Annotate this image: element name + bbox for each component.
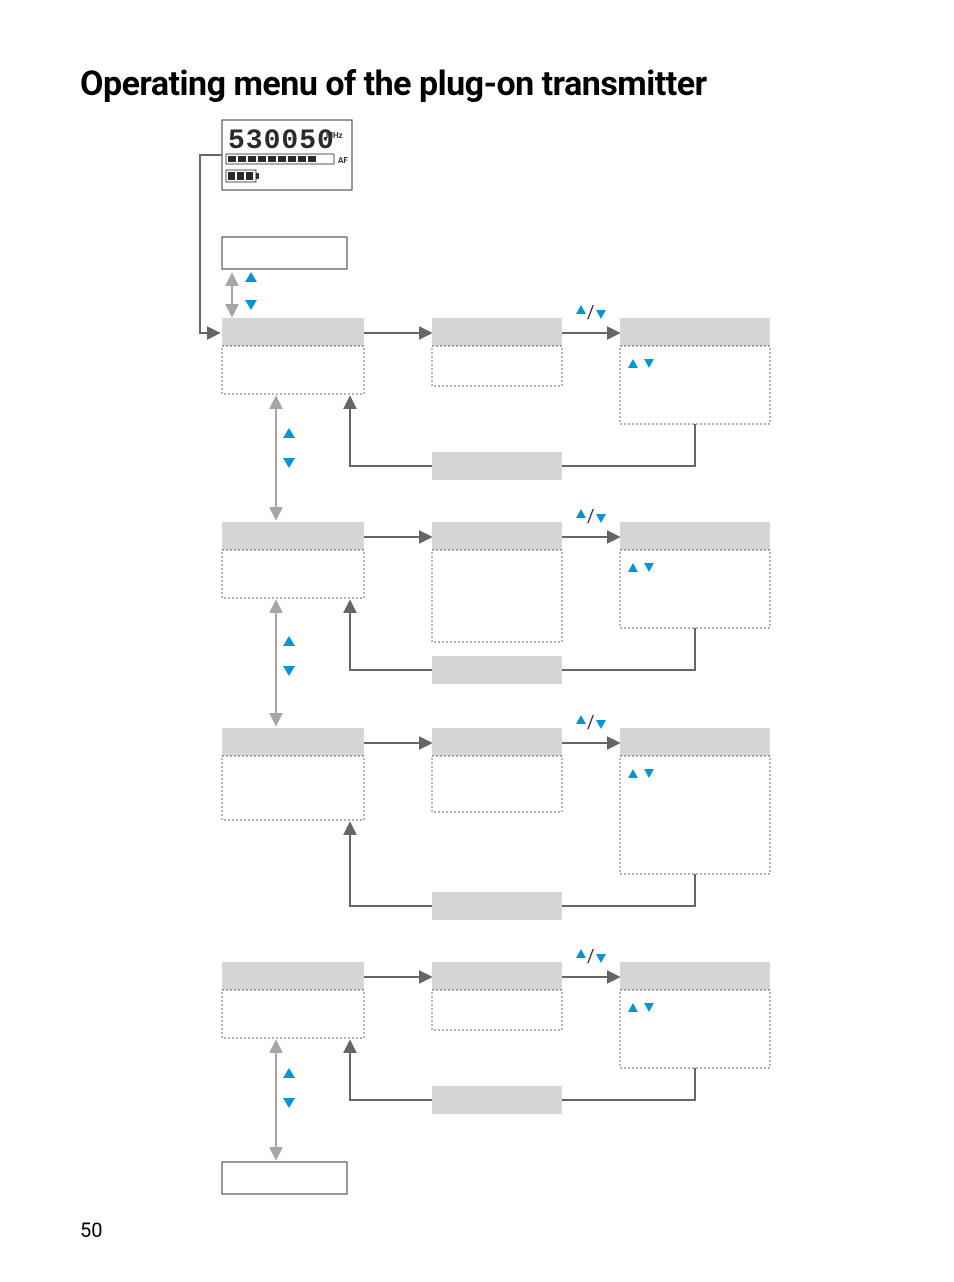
up-down-slash-icon-1: / [576,302,606,323]
scroll-icon-b [276,398,295,518]
up-down-slash-icon-3: / [576,712,606,733]
up-down-slash-icon-4: / [576,946,606,967]
lcd-af-label: AF [338,156,348,165]
store-bar-1 [432,452,562,480]
store-bar-3 [432,892,562,920]
scroll-box-bottom [222,1162,347,1194]
lcd-frequency: 530050 [228,126,335,157]
svg-text:/: / [587,946,594,967]
menu-row-1: / [222,302,770,480]
svg-text:/: / [587,506,594,527]
menu-row-4: / [222,946,770,1114]
lcd-display: 530050 MHz AF [222,120,352,190]
svg-text:/: / [587,302,594,323]
store-bar-4 [432,1086,562,1114]
svg-text:/: / [587,712,594,733]
up-down-slash-icon-2: / [576,506,606,527]
menu-row-2: / [222,506,770,684]
scroll-icon-d [276,1042,295,1158]
scroll-icon-c [276,602,295,724]
menu-flow-diagram: 530050 MHz AF [0,0,954,1282]
scroll-box-top [222,237,347,269]
store-bar-2 [432,656,562,684]
menu-row-3: / [222,712,770,920]
scroll-icon-a [232,272,257,315]
lcd-unit: MHz [326,131,343,140]
